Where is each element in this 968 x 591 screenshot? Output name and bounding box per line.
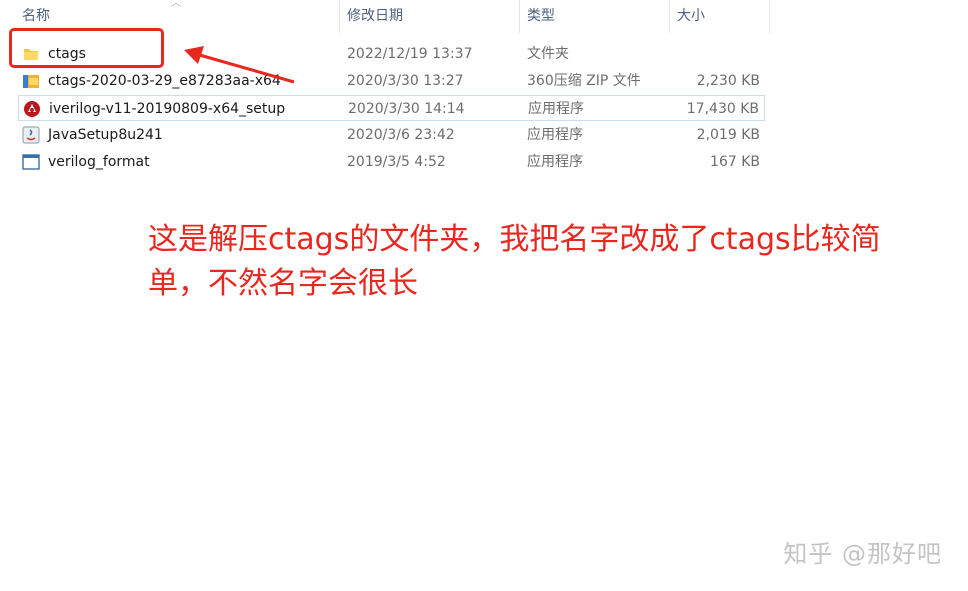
column-divider[interactable] [669, 0, 670, 33]
watermark: 知乎 @那好吧 [783, 540, 942, 568]
highlight-box [9, 28, 164, 68]
file-type: 应用程序 [527, 127, 583, 143]
file-date: 2020/3/30 13:27 [347, 73, 464, 89]
file-type: 应用程序 [528, 101, 584, 117]
annotation-text: 这是解压ctags的文件夹，我把名字改成了ctags比较简 单，不然名字会很长 [148, 218, 948, 306]
file-size: 167 KB [710, 154, 760, 170]
file-size: 17,430 KB [686, 101, 759, 117]
column-date-header[interactable]: 修改日期 [347, 0, 403, 33]
file-row-iverilog-setup[interactable]: iverilog-v11-20190809-x64_setup 2020/3/3… [18, 95, 765, 121]
file-date: 2020/3/6 23:42 [347, 127, 455, 143]
app-window-icon [22, 154, 40, 170]
file-type: 文件夹 [527, 46, 569, 62]
file-type: 360压缩 ZIP 文件 [527, 73, 641, 89]
column-divider[interactable] [519, 0, 520, 33]
java-icon [22, 126, 40, 144]
file-date: 2020/3/30 14:14 [348, 101, 465, 117]
file-date: 2019/3/5 4:52 [347, 154, 446, 170]
sort-ascending-icon: ︿ [171, 0, 181, 9]
file-row-ctags-zip[interactable]: ctags-2020-03-29_e87283aa-x64 2020/3/30 … [18, 68, 765, 94]
annotation-arrow-icon [184, 46, 295, 84]
file-size: 2,230 KB [696, 73, 760, 89]
installer-icon [24, 101, 40, 117]
file-name: verilog_format [48, 154, 150, 170]
zip-archive-icon [23, 75, 39, 88]
annotation-line: 单，不然名字会很长 [148, 266, 418, 301]
file-name: JavaSetup8u241 [48, 127, 163, 143]
file-row-verilog-format[interactable]: verilog_format 2019/3/5 4:52 应用程序 167 KB [18, 149, 765, 175]
file-size: 2,019 KB [696, 127, 760, 143]
file-row-javasetup[interactable]: JavaSetup8u241 2020/3/6 23:42 应用程序 2,019… [18, 122, 765, 148]
column-type-header[interactable]: 类型 [527, 0, 555, 33]
column-size-header[interactable]: 大小 [677, 0, 705, 33]
file-date: 2022/12/19 13:37 [347, 46, 473, 62]
annotation-line: 这是解压ctags的文件夹，我把名字改成了ctags比较简 [148, 222, 881, 257]
file-type: 应用程序 [527, 154, 583, 170]
file-name: iverilog-v11-20190809-x64_setup [49, 101, 286, 117]
column-divider[interactable] [339, 0, 340, 33]
column-divider[interactable] [769, 0, 770, 33]
